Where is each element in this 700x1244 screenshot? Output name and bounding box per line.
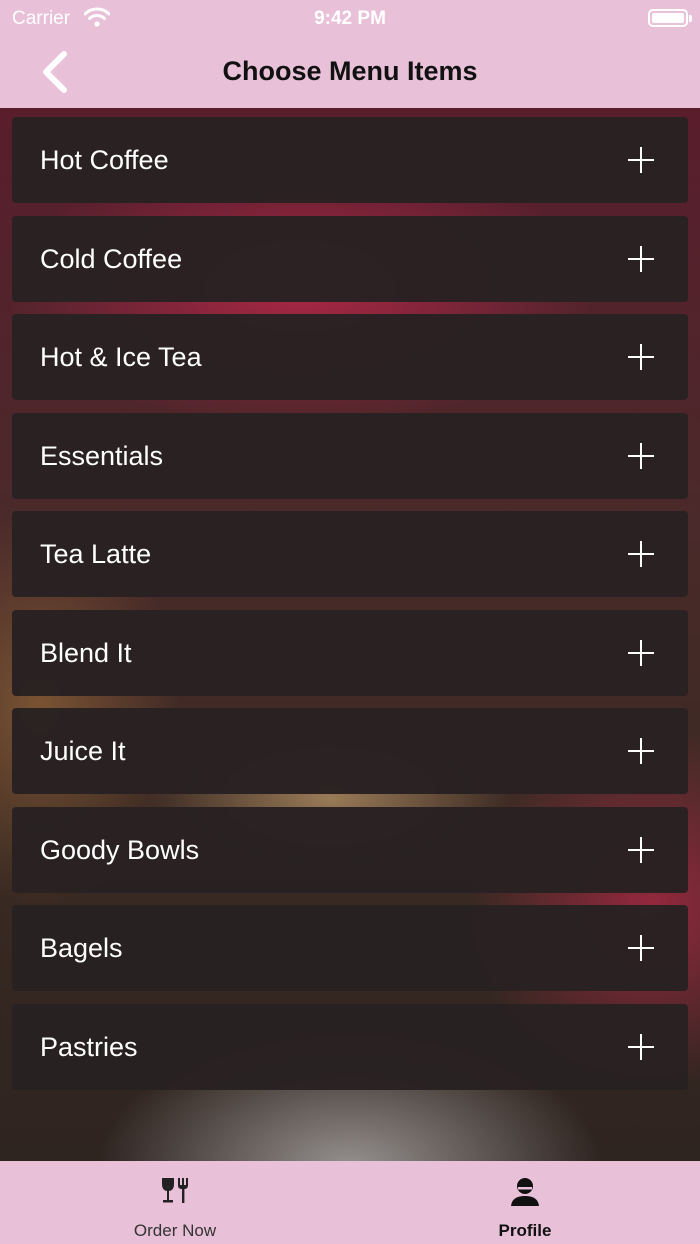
menu-item-label: Goody Bowls [40,835,200,865]
status-bar: Carrier 9:42 PM [0,0,700,36]
page-title: Choose Menu Items [222,56,478,86]
menu-item-pastries[interactable]: Pastries [12,1004,688,1090]
glass-fork-icon [162,1178,188,1203]
menu-item-label: Juice It [40,736,126,766]
plus-icon[interactable] [628,640,654,666]
menu-item-juice-it[interactable]: Juice It [12,708,688,794]
plus-icon[interactable] [628,837,654,863]
tab-label: Profile [498,1221,552,1240]
plus-icon[interactable] [628,738,654,764]
menu-item-label: Blend It [40,638,132,668]
menu-item-hot-coffee[interactable]: Hot Coffee [12,117,688,203]
menu-item-label: Tea Latte [40,539,152,569]
menu-item-label: Cold Coffee [40,244,183,274]
plus-icon[interactable] [628,246,654,272]
menu-item-blend-it[interactable]: Blend It [12,610,688,696]
menu-item-label: Hot & Ice Tea [40,342,202,372]
battery-icon [648,9,692,27]
menu-item-label: Hot Coffee [40,145,169,175]
menu-list[interactable]: Hot Coffee Cold Coffee Hot & Ice Tea Ess… [0,108,700,1161]
menu-item-label: Pastries [40,1032,138,1062]
plus-icon[interactable] [628,344,654,370]
plus-icon[interactable] [628,443,654,469]
menu-item-label: Bagels [40,933,123,963]
menu-item-bagels[interactable]: Bagels [12,905,688,991]
plus-icon[interactable] [628,1034,654,1060]
menu-item-tea-latte[interactable]: Tea Latte [12,511,688,597]
tab-label: Order Now [133,1221,217,1240]
navigation-bar: Choose Menu Items [0,36,700,108]
tab-profile[interactable]: Profile [350,1161,700,1244]
plus-icon[interactable] [628,541,654,567]
status-time: 9:42 PM [314,8,386,29]
plus-icon[interactable] [628,147,654,173]
tab-order-now[interactable]: Order Now [0,1161,350,1244]
plus-icon[interactable] [628,935,654,961]
person-icon [511,1178,539,1206]
menu-item-goody-bowls[interactable]: Goody Bowls [12,807,688,893]
menu-item-hot-ice-tea[interactable]: Hot & Ice Tea [12,314,688,400]
tab-bar: Order Now Profile [0,1161,700,1244]
menu-item-essentials[interactable]: Essentials [12,413,688,499]
menu-item-label: Essentials [40,441,164,471]
menu-item-cold-coffee[interactable]: Cold Coffee [12,216,688,302]
